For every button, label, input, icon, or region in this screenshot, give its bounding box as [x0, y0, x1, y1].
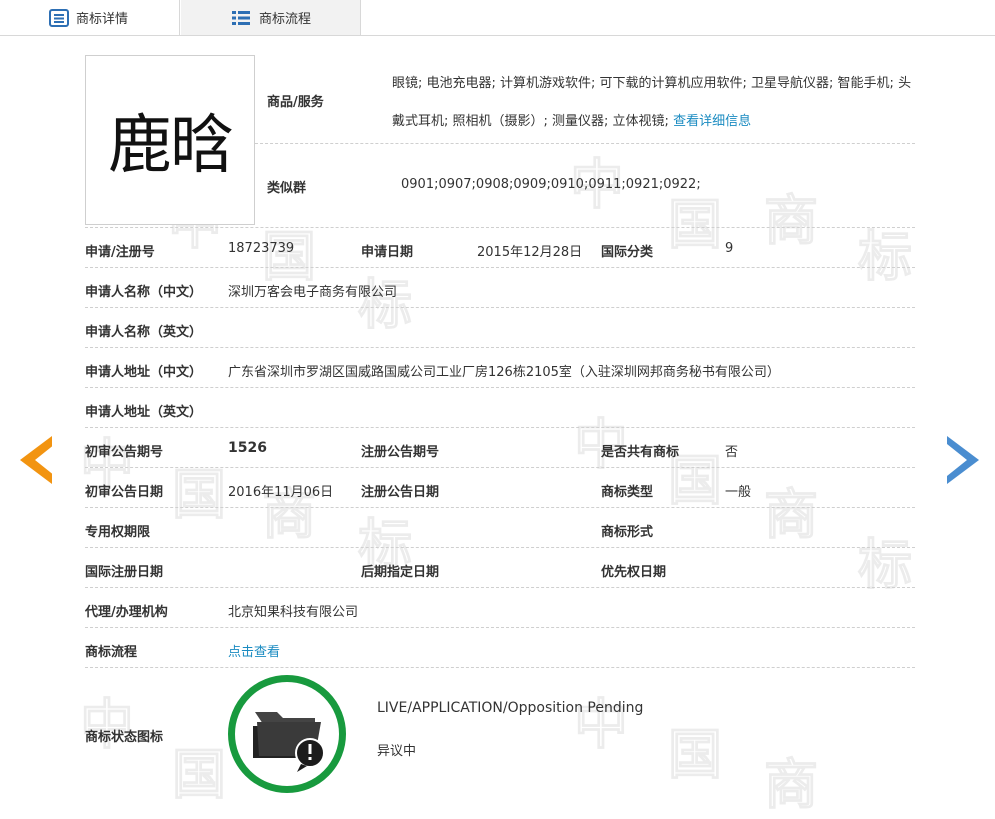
tab-trademark-process[interactable]: 商标流程: [181, 0, 361, 35]
document-list-icon: [49, 9, 69, 27]
tm-type-value: 一般: [725, 485, 752, 500]
status-label: 商标状态图标: [85, 730, 164, 745]
apply-date-label: 申请日期: [361, 245, 414, 260]
goods-value: 眼镜; 电池充电器; 计算机游戏软件; 可下载的计算机应用软件; 卫星导航仪器;…: [392, 65, 912, 141]
watermark-glyph: 中: [80, 692, 135, 757]
divider: [85, 507, 915, 508]
trademark-logo-text: 鹿晗: [108, 109, 234, 183]
tm-type-label: 商标类型: [601, 485, 654, 500]
address-en-label: 申请人地址（英文）: [85, 405, 203, 420]
reg-pub-date-label: 注册公告日期: [361, 485, 440, 500]
agent-value: 北京知果科技有限公司: [228, 605, 359, 620]
prelim-no-label: 初审公告期号: [85, 445, 164, 460]
applicant-en-label: 申请人名称（英文）: [85, 325, 203, 340]
priority-date-label: 优先权日期: [601, 565, 667, 580]
divider: [85, 427, 915, 428]
reg-pub-no-label: 注册公告期号: [361, 445, 440, 460]
prelim-date-value: 2016年11月06日: [228, 485, 334, 500]
prelim-date-label: 初审公告日期: [85, 485, 164, 500]
prev-arrow-cutout: [35, 444, 55, 476]
goods-text: 眼镜; 电池充电器; 计算机游戏软件; 可下载的计算机应用软件; 卫星导航仪器;…: [392, 76, 912, 129]
tab-label: 商标详情: [76, 12, 129, 27]
divider: [85, 387, 915, 388]
tab-trademark-details[interactable]: 商标详情: [0, 0, 180, 35]
apply-date-value: 2015年12月28日: [477, 245, 583, 260]
goods-label: 商品/服务: [267, 95, 324, 110]
reg-no-value: 18723739: [228, 241, 295, 256]
folder-warning-icon: [253, 712, 325, 772]
status-en-value: LIVE/APPLICATION/Opposition Pending: [377, 700, 644, 716]
intl-class-label: 国际分类: [601, 245, 654, 260]
reg-no-label: 申请/注册号: [85, 245, 155, 260]
trademark-image: 鹿晗: [85, 55, 255, 225]
tab-bar: 商标详情 商标流程: [0, 0, 995, 36]
divider: [255, 143, 915, 144]
watermark-glyph: 国: [172, 462, 227, 527]
prelim-no-value: 1526: [228, 440, 267, 456]
watermark-glyph: 商: [764, 752, 819, 817]
watermark-glyph: 国: [668, 722, 723, 787]
watermark-glyph: 国: [172, 742, 227, 807]
watermark-glyph: 标: [858, 224, 913, 289]
next-arrow-cutout: [947, 444, 967, 476]
applicant-cn-label: 申请人名称（中文）: [85, 285, 203, 300]
applicant-cn-value: 深圳万客会电子商务有限公司: [228, 285, 398, 300]
divider: [85, 227, 915, 228]
similar-group-value: 0901;0907;0908;0909;0910;0911;0921;0922;: [401, 177, 701, 192]
process-view-link[interactable]: 点击查看: [228, 641, 280, 660]
divider: [85, 627, 915, 628]
address-cn-label: 申请人地址（中文）: [85, 365, 203, 380]
divider: [85, 667, 915, 668]
shared-value: 否: [725, 445, 739, 460]
tm-form-label: 商标形式: [601, 525, 654, 540]
later-date-label: 后期指定日期: [361, 565, 440, 580]
agent-label: 代理/办理机构: [85, 605, 168, 620]
intl-class-value: 9: [725, 241, 734, 256]
intl-reg-date-label: 国际注册日期: [85, 565, 164, 580]
divider: [85, 587, 915, 588]
list-icon: [232, 11, 250, 25]
watermark-glyph: 商: [764, 482, 819, 547]
status-badge: [228, 675, 346, 793]
process-label: 商标流程: [85, 645, 138, 660]
similar-group-label: 类似群: [267, 181, 307, 196]
status-cn-value: 异议中: [377, 744, 417, 759]
address-cn-value: 广东省深圳市罗湖区国威路国威公司工业厂房126栋2105室（入驻深圳网邦商务秘书…: [228, 365, 780, 380]
goods-detail-link[interactable]: 查看详细信息: [673, 114, 751, 129]
shared-label: 是否共有商标: [601, 445, 680, 460]
divider: [85, 547, 915, 548]
divider: [85, 347, 915, 348]
divider: [85, 267, 915, 268]
exclusive-label: 专用权期限: [85, 525, 151, 540]
watermark-glyph: 中: [574, 692, 629, 757]
tab-label: 商标流程: [259, 12, 312, 27]
divider: [85, 467, 915, 468]
watermark-glyph: 商: [764, 188, 819, 253]
divider: [85, 307, 915, 308]
